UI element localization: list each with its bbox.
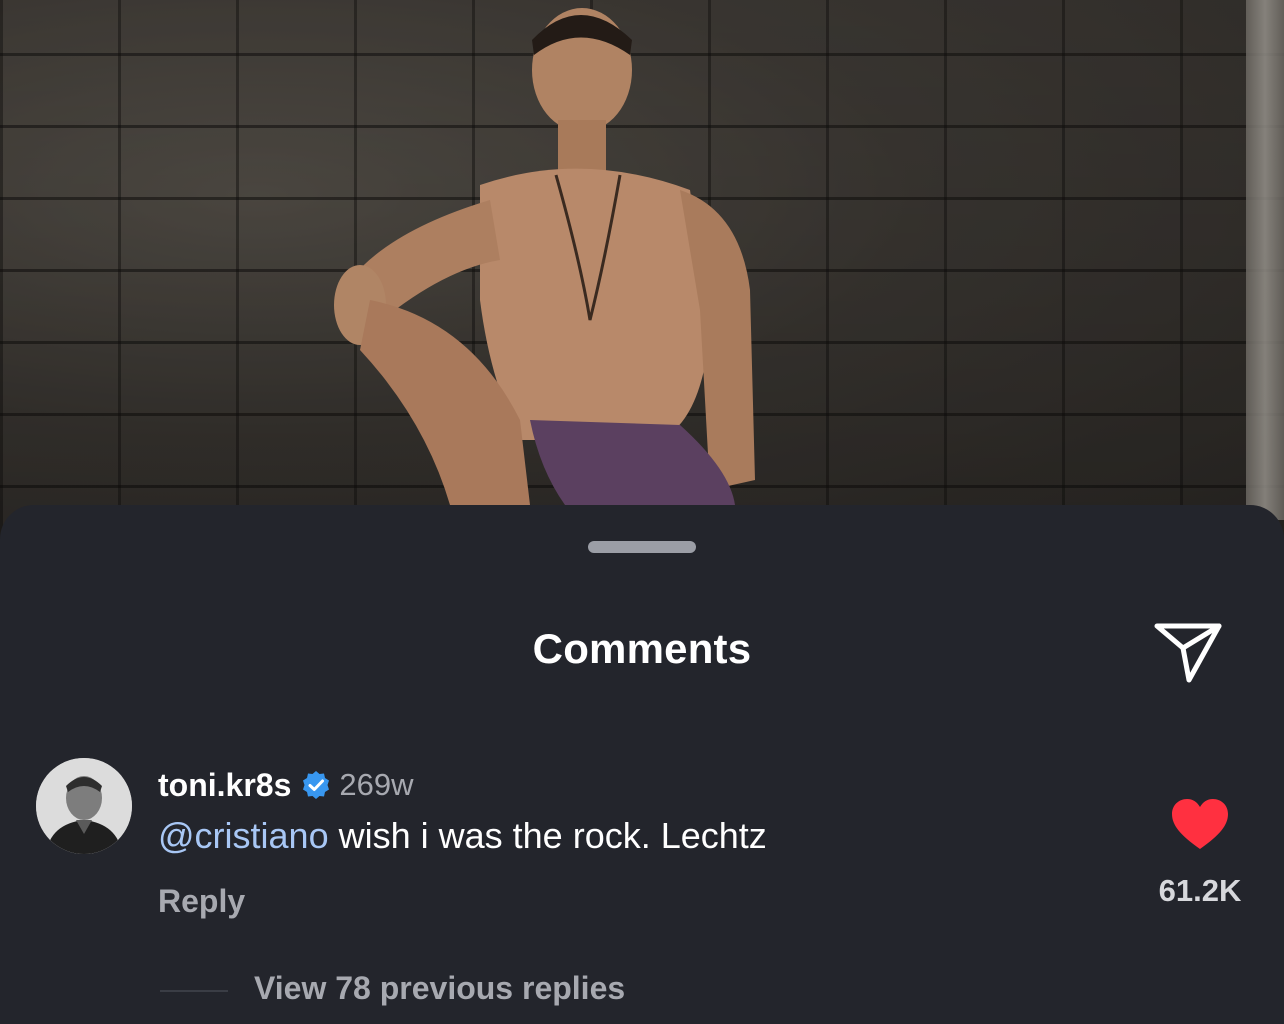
comment-text: @cristiano wish i was the rock. Lechtz xyxy=(158,815,767,857)
avatar-photo xyxy=(36,758,132,854)
heart-icon[interactable] xyxy=(1170,797,1230,853)
comment-message: wish i was the rock. Lechtz xyxy=(328,815,767,856)
replies-divider-line xyxy=(160,990,228,992)
instagram-comments-screen: Comments toni.kr8s 269w @cristiano wish … xyxy=(0,0,1284,1024)
comments-sheet: Comments toni.kr8s 269w @cristiano wish … xyxy=(0,505,1284,1024)
photo-pole xyxy=(1246,0,1284,520)
reply-button[interactable]: Reply xyxy=(158,883,245,920)
comment-timestamp: 269w xyxy=(339,767,414,802)
avatar[interactable] xyxy=(36,758,132,854)
comment-header: toni.kr8s 269w xyxy=(158,763,413,807)
share-button[interactable] xyxy=(1150,613,1226,689)
paper-plane-icon xyxy=(1154,623,1222,683)
sheet-drag-handle[interactable] xyxy=(588,541,696,553)
comment-item: toni.kr8s 269w @cristiano wish i was the… xyxy=(0,755,1284,935)
like-count: 61.2K xyxy=(1158,873,1242,908)
sheet-title: Comments xyxy=(532,625,752,672)
photo-subject xyxy=(334,8,755,505)
view-previous-replies-button[interactable]: View 78 previous replies xyxy=(254,970,625,1007)
comment-mention-link[interactable]: @cristiano xyxy=(158,815,329,856)
verified-badge-icon xyxy=(303,771,330,799)
comment-username[interactable]: toni.kr8s xyxy=(158,767,291,804)
